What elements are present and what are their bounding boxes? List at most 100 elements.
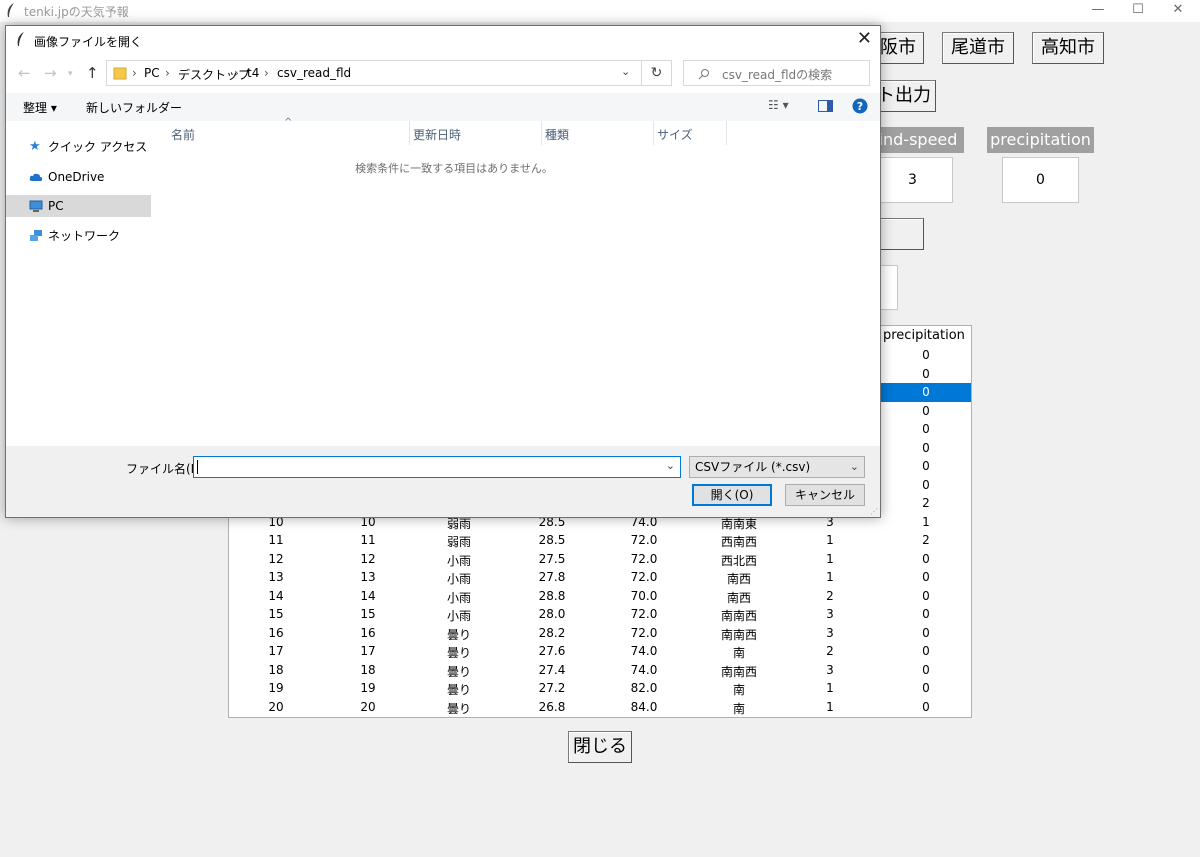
file-open-dialog: 画像ファイルを開く ✕ ← → ▾ ↑ › PC › デスクトップ › t4 ›… (5, 25, 881, 518)
table-row[interactable]: 20 20 曇り 26.8 84.0 南 1 0 (229, 698, 971, 717)
table-cell: 曇り (446, 646, 471, 660)
table-cell: 18 (360, 662, 376, 677)
table-cell: 西南西 (720, 535, 757, 549)
breadcrumb-t4[interactable]: t4 (247, 66, 259, 80)
address-bar[interactable]: › PC › デスクトップ › t4 › csv_read_fld ⌄ (106, 60, 642, 86)
table-row[interactable]: 11 11 弱雨 28.5 72.0 西南西 1 2 (229, 531, 971, 550)
filename-input[interactable]: ⌄ (193, 456, 681, 478)
precipitation-field[interactable]: 0 (1002, 157, 1079, 203)
cloud-icon (29, 173, 43, 181)
help-icon[interactable]: ? (852, 98, 868, 114)
forward-arrow-icon[interactable]: → (44, 64, 57, 82)
table-cell: 12 (360, 551, 376, 566)
table-cell: 南 (732, 646, 745, 660)
wind-speed-field[interactable]: 3 (872, 157, 953, 203)
table-row[interactable]: 14 14 小雨 28.8 70.0 南西 2 0 (229, 587, 971, 606)
table-row[interactable]: 18 18 曇り 27.4 74.0 南南西 3 0 (229, 661, 971, 680)
table-cell: 15 (360, 607, 376, 621)
table-cell: 72.0 (630, 570, 658, 584)
table-cell: 14 (360, 588, 376, 603)
cancel-button[interactable]: キャンセル (785, 484, 865, 506)
breadcrumb-csv-read-fld[interactable]: csv_read_fld (277, 66, 351, 80)
recent-dropdown-icon[interactable]: ▾ (68, 69, 73, 79)
dialog-close-icon[interactable]: ✕ (857, 28, 872, 49)
table-row[interactable]: 17 17 曇り 27.6 74.0 南 2 0 (229, 642, 971, 661)
precipitation-column-header[interactable]: precipitation (883, 328, 965, 343)
search-input[interactable]: csv_read_fldの検索 (683, 60, 870, 86)
city-button-kochi[interactable]: 高知市 (1032, 32, 1104, 64)
organize-button[interactable]: 整理 ▾ (23, 99, 57, 116)
chevron-down-icon[interactable]: ⌄ (666, 459, 675, 472)
table-cell: 82.0 (630, 681, 658, 695)
table-cell: 19 (268, 681, 284, 695)
new-folder-button[interactable]: 新しいフォルダー (86, 99, 182, 116)
table-row[interactable]: 19 19 曇り 27.2 82.0 南 1 0 (229, 679, 971, 698)
sidebar-item-pc[interactable]: PC (6, 195, 151, 217)
search-placeholder: csv_read_fldの検索 (722, 68, 833, 82)
table-cell: 72.0 (630, 533, 658, 547)
table-cell: 16 (360, 625, 376, 640)
table-cell: 南 (732, 683, 745, 697)
table-cell: 28.5 (538, 533, 566, 547)
city-button-onomichi[interactable]: 尾道市 (942, 32, 1014, 64)
window-close-button[interactable]: ✕ (1155, 0, 1200, 22)
table-row[interactable]: 12 12 小雨 27.5 72.0 西北西 1 0 (229, 550, 971, 569)
table-cell: 3 (826, 625, 834, 640)
column-divider[interactable] (726, 121, 727, 145)
column-divider[interactable] (409, 121, 410, 145)
table-cell: 13 (268, 570, 284, 584)
table-cell: 27.8 (538, 570, 566, 584)
table-cell: 0 (922, 681, 930, 695)
column-name[interactable]: 名前 (171, 126, 195, 143)
table-cell: 0 (922, 385, 930, 399)
table-cell: 0 (922, 644, 930, 658)
close-button[interactable]: 閉じる (568, 731, 632, 763)
file-list-header: ^ 名前 更新日時 種類 サイズ (159, 117, 879, 145)
filetype-select[interactable]: CSVファイル (*.csv) ⌄ (689, 456, 865, 478)
breadcrumb-desktop[interactable]: デスクトップ (178, 66, 250, 83)
table-cell: 18 (268, 662, 284, 677)
table-cell: 南西 (726, 572, 751, 586)
resize-grip-icon[interactable]: ⋰ (870, 507, 878, 516)
chevron-down-icon: ⌄ (849, 460, 859, 473)
export-button[interactable]: ト出力 (872, 80, 936, 112)
sidebar-item-network[interactable]: ネットワーク (6, 225, 151, 247)
open-button[interactable]: 開く(O) (692, 484, 772, 506)
table-cell: 2 (922, 533, 930, 547)
sidebar-item-onedrive[interactable]: OneDrive (6, 166, 151, 188)
table-cell: 0 (922, 440, 930, 455)
table-row[interactable]: 16 16 曇り 28.2 72.0 南南西 3 0 (229, 624, 971, 643)
table-cell: 1 (826, 551, 834, 566)
table-cell: 0 (922, 403, 930, 418)
column-type[interactable]: 種類 (545, 126, 569, 143)
table-cell: 曇り (446, 683, 471, 697)
table-row[interactable]: 15 15 小雨 28.0 72.0 南南西 3 0 (229, 605, 971, 624)
breadcrumb-pc[interactable]: PC (144, 66, 160, 80)
text-cursor (197, 460, 198, 474)
back-arrow-icon[interactable]: ← (18, 64, 31, 82)
wind-speed-label: ind-speed (872, 127, 964, 153)
view-options-icon[interactable]: ☷ ▾ (768, 98, 789, 112)
table-cell: 弱雨 (446, 535, 471, 549)
navigation-pane: ★ クイック アクセス OneDrive PC ネットワーク (6, 121, 153, 446)
table-row[interactable]: 13 13 小雨 27.8 72.0 南西 1 0 (229, 568, 971, 587)
up-arrow-icon[interactable]: ↑ (86, 64, 99, 82)
sidebar-item-quick-access[interactable]: ★ クイック アクセス (6, 136, 151, 158)
sidebar-item-label: クイック アクセス (48, 140, 148, 154)
table-cell: 27.4 (538, 662, 566, 677)
column-modified[interactable]: 更新日時 (413, 126, 461, 143)
table-cell: 1 (826, 681, 834, 695)
table-cell: 20 (360, 699, 376, 714)
table-cell: 27.6 (538, 644, 566, 658)
refresh-icon[interactable]: ↻ (642, 60, 672, 86)
column-size[interactable]: サイズ (657, 126, 693, 143)
table-cell: 0 (922, 625, 930, 640)
feather-icon (7, 3, 14, 17)
column-divider[interactable] (541, 121, 542, 145)
column-divider[interactable] (653, 121, 654, 145)
search-icon (698, 69, 709, 80)
table-cell: 15 (268, 607, 284, 621)
table-cell: 南南西 (720, 627, 757, 642)
preview-pane-icon[interactable] (818, 100, 833, 112)
chevron-down-icon[interactable]: ⌄ (621, 65, 630, 78)
